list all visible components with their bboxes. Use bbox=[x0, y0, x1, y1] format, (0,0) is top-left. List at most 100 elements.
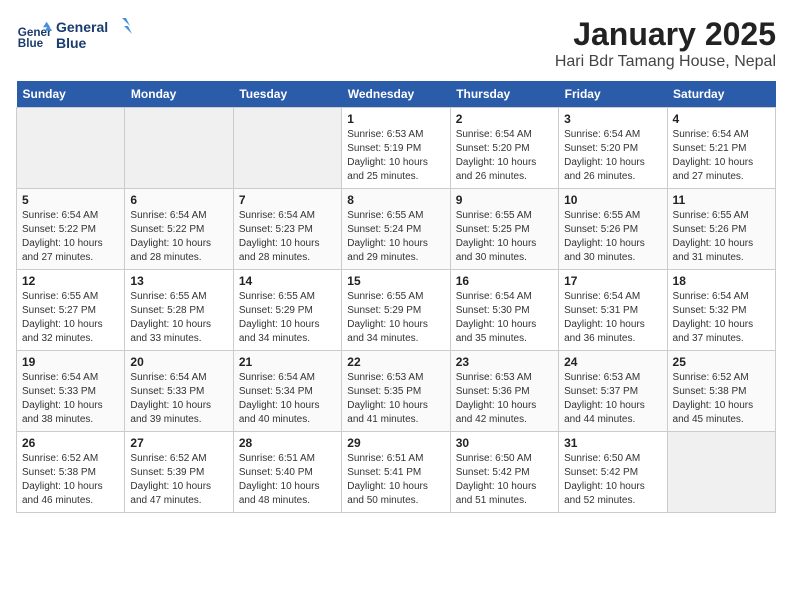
day-info: Sunrise: 6:54 AMSunset: 5:22 PMDaylight:… bbox=[22, 209, 119, 265]
weekday-header-cell: Monday bbox=[125, 81, 233, 108]
calendar-title: January 2025 bbox=[555, 16, 776, 53]
title-block: January 2025 Hari Bdr Tamang House, Nepa… bbox=[555, 16, 776, 71]
day-number: 13 bbox=[130, 274, 227, 288]
calendar-cell bbox=[17, 108, 125, 189]
calendar-cell: 22 Sunrise: 6:53 AMSunset: 5:35 PMDayligh… bbox=[342, 351, 450, 432]
day-number: 17 bbox=[564, 274, 661, 288]
day-info: Sunrise: 6:54 AMSunset: 5:33 PMDaylight:… bbox=[130, 371, 227, 427]
day-number: 24 bbox=[564, 355, 661, 369]
calendar-week-row: 12Sunrise: 6:55 AMSunset: 5:27 PMDayligh… bbox=[17, 270, 776, 351]
page-header: General Blue General Blue January 2025 H… bbox=[16, 16, 776, 71]
calendar-cell: 27Sunrise: 6:52 AMSunset: 5:39 PMDayligh… bbox=[125, 432, 233, 513]
calendar-cell: 12Sunrise: 6:55 AMSunset: 5:27 PMDayligh… bbox=[17, 270, 125, 351]
weekday-header-cell: Wednesday bbox=[342, 81, 450, 108]
day-info: Sunrise: 6:50 AMSunset: 5:42 PMDaylight:… bbox=[456, 452, 553, 508]
calendar-cell: 7Sunrise: 6:54 AMSunset: 5:23 PMDaylight… bbox=[233, 189, 341, 270]
day-number: 2 bbox=[456, 112, 553, 126]
day-number: 14 bbox=[239, 274, 336, 288]
day-info: Sunrise: 6:55 AMSunset: 5:27 PMDaylight:… bbox=[22, 290, 119, 346]
day-info: Sunrise: 6:55 AMSunset: 5:25 PMDaylight:… bbox=[456, 209, 553, 265]
calendar-cell: 28Sunrise: 6:51 AMSunset: 5:40 PMDayligh… bbox=[233, 432, 341, 513]
day-number: 5 bbox=[22, 193, 119, 207]
day-info: Sunrise: 6:52 AMSunset: 5:38 PMDaylight:… bbox=[22, 452, 119, 508]
weekday-header-cell: Thursday bbox=[450, 81, 558, 108]
logo: General Blue General Blue bbox=[16, 16, 136, 59]
calendar-cell: 19 Sunrise: 6:54 AMSunset: 5:33 PMDayligh… bbox=[17, 351, 125, 432]
day-number: 3 bbox=[564, 112, 661, 126]
day-info: Sunrise: 6:54 AMSunset: 5:30 PMDaylight:… bbox=[456, 290, 553, 346]
svg-text:Blue: Blue bbox=[18, 37, 44, 50]
day-info: Sunrise: 6:53 AMSunset: 5:37 PMDaylight:… bbox=[564, 371, 661, 427]
calendar-cell: 10 Sunrise: 6:55 AMSunset: 5:26 PMDayligh… bbox=[559, 189, 667, 270]
day-info: Sunrise: 6:54 AMSunset: 5:23 PMDaylight:… bbox=[239, 209, 336, 265]
weekday-header-cell: Saturday bbox=[667, 81, 775, 108]
calendar-week-row: 19 Sunrise: 6:54 AMSunset: 5:33 PMDayligh… bbox=[17, 351, 776, 432]
day-number: 31 bbox=[564, 436, 661, 450]
logo-svg: General Blue bbox=[56, 16, 136, 54]
day-info: Sunrise: 6:54 AMSunset: 5:31 PMDaylight:… bbox=[564, 290, 661, 346]
calendar-week-row: 26Sunrise: 6:52 AMSunset: 5:38 PMDayligh… bbox=[17, 432, 776, 513]
logo-icon: General Blue bbox=[16, 20, 52, 56]
day-number: 11 bbox=[673, 193, 770, 207]
day-info: Sunrise: 6:54 AMSunset: 5:20 PMDaylight:… bbox=[564, 128, 661, 184]
day-number: 16 bbox=[456, 274, 553, 288]
weekday-header-cell: Sunday bbox=[17, 81, 125, 108]
calendar-body: 1Sunrise: 6:53 AMSunset: 5:19 PMDaylight… bbox=[17, 108, 776, 513]
calendar-cell: 29Sunrise: 6:51 AMSunset: 5:41 PMDayligh… bbox=[342, 432, 450, 513]
day-number: 19 bbox=[22, 355, 119, 369]
calendar-cell: 9 Sunrise: 6:55 AMSunset: 5:25 PMDaylight… bbox=[450, 189, 558, 270]
day-number: 9 bbox=[456, 193, 553, 207]
calendar-week-row: 1Sunrise: 6:53 AMSunset: 5:19 PMDaylight… bbox=[17, 108, 776, 189]
day-number: 21 bbox=[239, 355, 336, 369]
calendar-cell: 14Sunrise: 6:55 AMSunset: 5:29 PMDayligh… bbox=[233, 270, 341, 351]
weekday-header-cell: Tuesday bbox=[233, 81, 341, 108]
calendar-cell: 31 Sunrise: 6:50 AMSunset: 5:42 PMDayligh… bbox=[559, 432, 667, 513]
calendar-cell: 30 Sunrise: 6:50 AMSunset: 5:42 PMDayligh… bbox=[450, 432, 558, 513]
calendar-cell: 20 Sunrise: 6:54 AMSunset: 5:33 PMDayligh… bbox=[125, 351, 233, 432]
calendar-cell: 17 Sunrise: 6:54 AMSunset: 5:31 PMDayligh… bbox=[559, 270, 667, 351]
day-number: 27 bbox=[130, 436, 227, 450]
day-number: 20 bbox=[130, 355, 227, 369]
calendar-cell: 3 Sunrise: 6:54 AMSunset: 5:20 PMDaylight… bbox=[559, 108, 667, 189]
day-number: 10 bbox=[564, 193, 661, 207]
day-info: Sunrise: 6:55 AMSunset: 5:26 PMDaylight:… bbox=[564, 209, 661, 265]
calendar-cell: 25 Sunrise: 6:52 AMSunset: 5:38 PMDayligh… bbox=[667, 351, 775, 432]
day-info: Sunrise: 6:53 AMSunset: 5:36 PMDaylight:… bbox=[456, 371, 553, 427]
day-number: 30 bbox=[456, 436, 553, 450]
day-info: Sunrise: 6:54 AMSunset: 5:21 PMDaylight:… bbox=[673, 128, 770, 184]
calendar-cell bbox=[125, 108, 233, 189]
calendar-cell bbox=[667, 432, 775, 513]
day-info: Sunrise: 6:54 AMSunset: 5:32 PMDaylight:… bbox=[673, 290, 770, 346]
calendar-subtitle: Hari Bdr Tamang House, Nepal bbox=[555, 53, 776, 71]
day-number: 1 bbox=[347, 112, 444, 126]
day-info: Sunrise: 6:55 AMSunset: 5:29 PMDaylight:… bbox=[347, 290, 444, 346]
calendar-cell: 13 Sunrise: 6:55 AMSunset: 5:28 PMDayligh… bbox=[125, 270, 233, 351]
calendar-cell: 26Sunrise: 6:52 AMSunset: 5:38 PMDayligh… bbox=[17, 432, 125, 513]
svg-text:Blue: Blue bbox=[56, 35, 87, 51]
calendar-cell: 1Sunrise: 6:53 AMSunset: 5:19 PMDaylight… bbox=[342, 108, 450, 189]
calendar-week-row: 5 Sunrise: 6:54 AMSunset: 5:22 PMDaylight… bbox=[17, 189, 776, 270]
calendar-cell: 21Sunrise: 6:54 AMSunset: 5:34 PMDayligh… bbox=[233, 351, 341, 432]
day-info: Sunrise: 6:53 AMSunset: 5:35 PMDaylight:… bbox=[347, 371, 444, 427]
day-info: Sunrise: 6:55 AMSunset: 5:26 PMDaylight:… bbox=[673, 209, 770, 265]
day-number: 29 bbox=[347, 436, 444, 450]
day-info: Sunrise: 6:54 AMSunset: 5:22 PMDaylight:… bbox=[130, 209, 227, 265]
calendar-cell: 5 Sunrise: 6:54 AMSunset: 5:22 PMDaylight… bbox=[17, 189, 125, 270]
day-info: Sunrise: 6:50 AMSunset: 5:42 PMDaylight:… bbox=[564, 452, 661, 508]
calendar-table: SundayMondayTuesdayWednesdayThursdayFrid… bbox=[16, 81, 776, 513]
calendar-cell bbox=[233, 108, 341, 189]
calendar-cell: 2Sunrise: 6:54 AMSunset: 5:20 PMDaylight… bbox=[450, 108, 558, 189]
calendar-cell: 11 Sunrise: 6:55 AMSunset: 5:26 PMDayligh… bbox=[667, 189, 775, 270]
calendar-cell: 6Sunrise: 6:54 AMSunset: 5:22 PMDaylight… bbox=[125, 189, 233, 270]
day-info: Sunrise: 6:55 AMSunset: 5:28 PMDaylight:… bbox=[130, 290, 227, 346]
calendar-cell: 8Sunrise: 6:55 AMSunset: 5:24 PMDaylight… bbox=[342, 189, 450, 270]
day-info: Sunrise: 6:54 AMSunset: 5:33 PMDaylight:… bbox=[22, 371, 119, 427]
weekday-header-cell: Friday bbox=[559, 81, 667, 108]
day-info: Sunrise: 6:52 AMSunset: 5:38 PMDaylight:… bbox=[673, 371, 770, 427]
calendar-cell: 18Sunrise: 6:54 AMSunset: 5:32 PMDayligh… bbox=[667, 270, 775, 351]
day-number: 22 bbox=[347, 355, 444, 369]
day-info: Sunrise: 6:51 AMSunset: 5:40 PMDaylight:… bbox=[239, 452, 336, 508]
calendar-cell: 24 Sunrise: 6:53 AMSunset: 5:37 PMDayligh… bbox=[559, 351, 667, 432]
day-number: 8 bbox=[347, 193, 444, 207]
day-number: 25 bbox=[673, 355, 770, 369]
